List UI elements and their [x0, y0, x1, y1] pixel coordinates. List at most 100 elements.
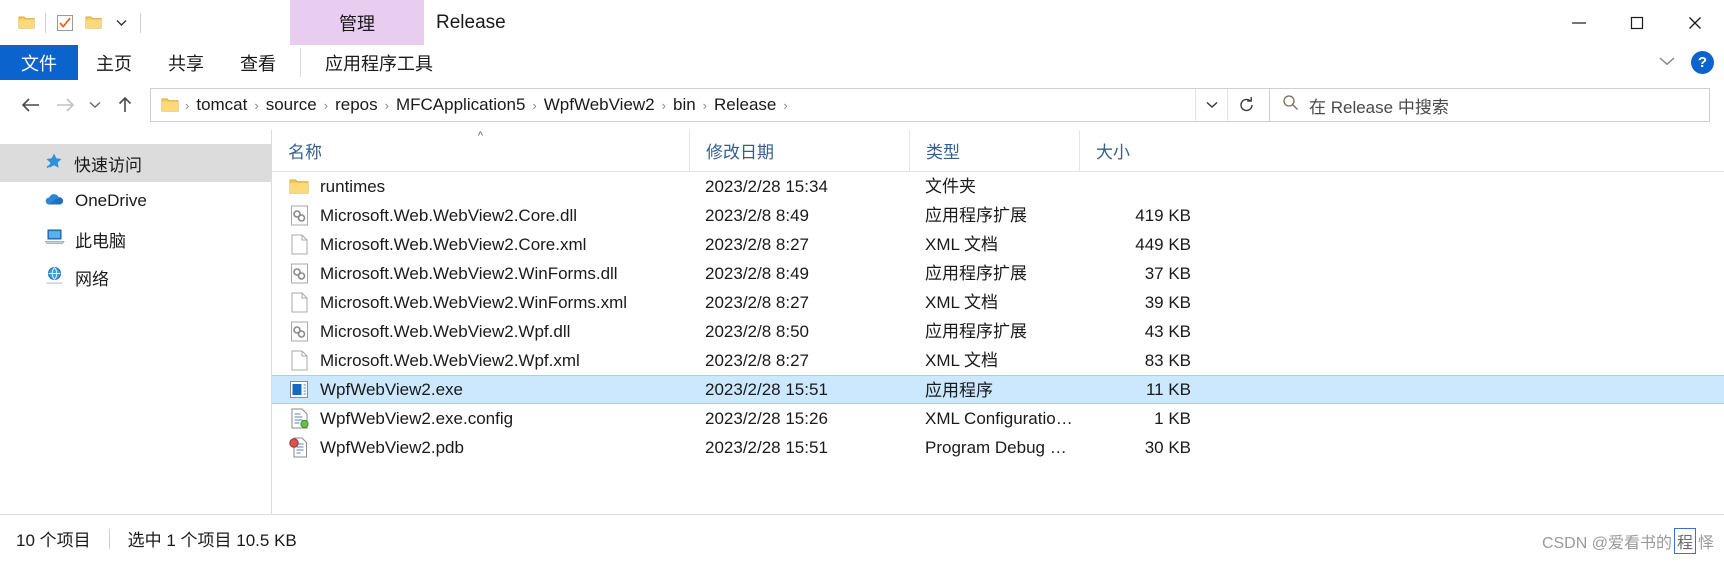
- up-button[interactable]: [108, 88, 142, 122]
- new-folder-icon[interactable]: [79, 8, 107, 38]
- breadcrumb[interactable]: › tomcat › source › repos › MFCApplicati…: [150, 88, 1270, 122]
- file-name-label: WpfWebView2.exe.config: [320, 408, 514, 428]
- recent-locations-chevron-down-icon[interactable]: [82, 88, 108, 122]
- column-header-type[interactable]: 类型: [909, 129, 1079, 172]
- checkbox-icon[interactable]: [51, 8, 79, 38]
- forward-button[interactable]: [48, 88, 82, 122]
- watermark-boxed: 程: [1673, 528, 1696, 554]
- table-row[interactable]: Microsoft.Web.WebView2.WinForms.xml 2023/…: [272, 288, 1724, 317]
- column-header-date[interactable]: 修改日期: [689, 129, 909, 172]
- cell-date-modified: 2023/2/8 8:49: [705, 263, 809, 283]
- cell-name: Microsoft.Web.WebView2.Wpf.xml: [272, 346, 689, 375]
- table-row[interactable]: WpfWebView2.exe 2023/2/28 15:51 应用程序 11 KB: [272, 375, 1724, 404]
- tab-file[interactable]: 文件: [0, 45, 78, 80]
- table-row[interactable]: Microsoft.Web.WebView2.Core.dll 2023/2/8 …: [272, 201, 1724, 230]
- refresh-icon[interactable]: [1227, 89, 1265, 121]
- cell-date-modified: 2023/2/28 15:51: [705, 379, 828, 399]
- dll-icon: [288, 263, 310, 285]
- column-header-row: ^ 名称 修改日期 类型 大小: [272, 129, 1724, 172]
- cell-date-modified: 2023/2/8 8:27: [705, 234, 809, 254]
- cell-name: WpfWebView2.exe: [272, 376, 689, 403]
- minimize-button[interactable]: [1550, 0, 1608, 45]
- maximize-button[interactable]: [1608, 0, 1666, 45]
- breadcrumb-item-tomcat[interactable]: tomcat: [191, 95, 252, 115]
- cell-name: Microsoft.Web.WebView2.WinForms.dll: [272, 259, 689, 288]
- computer-icon: [44, 228, 65, 250]
- breadcrumb-separator-7: ›: [783, 97, 788, 113]
- cell-size: 449 KB: [1135, 234, 1191, 254]
- ribbon-right-controls: ?: [1657, 45, 1714, 80]
- cell-date-modified: 2023/2/28 15:34: [705, 176, 828, 196]
- cell-name: Microsoft.Web.WebView2.Wpf.dll: [272, 317, 689, 346]
- file-name-label: WpfWebView2.pdb: [320, 437, 464, 457]
- breadcrumb-item-source[interactable]: source: [261, 95, 322, 115]
- column-header-label: 大小: [1096, 143, 1130, 162]
- column-header-name[interactable]: ^ 名称: [272, 130, 689, 172]
- status-selection: 选中 1 个项目 10.5 KB: [127, 531, 297, 550]
- breadcrumb-item-wpfwebview2[interactable]: WpfWebView2: [539, 95, 660, 115]
- breadcrumb-separator-3: ›: [384, 97, 389, 113]
- cell-name: Microsoft.Web.WebView2.Core.dll: [272, 201, 689, 230]
- sidebar-item-this-pc[interactable]: 此电脑: [0, 220, 272, 258]
- watermark: CSDN @爱看书的 程 怿: [1542, 528, 1714, 554]
- folder-icon[interactable]: [12, 8, 40, 38]
- breadcrumb-item-repos[interactable]: repos: [330, 95, 383, 115]
- close-button[interactable]: [1666, 0, 1724, 45]
- cell-type: 应用程序扩展: [925, 264, 1027, 283]
- cell-name: Microsoft.Web.WebView2.WinForms.xml: [272, 288, 689, 317]
- column-header-size[interactable]: 大小: [1079, 129, 1209, 172]
- chevron-down-icon[interactable]: [107, 8, 135, 38]
- breadcrumb-dropdown-chevron-down-icon[interactable]: [1195, 89, 1227, 121]
- file-name-label: WpfWebView2.exe: [320, 379, 463, 399]
- back-button[interactable]: [14, 88, 48, 122]
- cell-type: XML Configuration ...: [925, 409, 1079, 428]
- network-icon: [44, 266, 65, 289]
- collapse-ribbon-chevron-down-icon[interactable]: [1657, 54, 1677, 72]
- breadcrumb-separator-2: ›: [323, 97, 329, 113]
- breadcrumb-item-mfcapplication5[interactable]: MFCApplication5: [391, 95, 530, 115]
- application-icon: [288, 379, 310, 401]
- table-row[interactable]: WpfWebView2.pdb 2023/2/28 15:51 Program De…: [272, 433, 1724, 462]
- cell-date-modified: 2023/2/28 15:51: [705, 437, 828, 457]
- navigation-pane: 快速访问 OneDrive 此电脑 网络: [0, 130, 272, 514]
- sidebar-item-onedrive[interactable]: OneDrive: [0, 182, 272, 220]
- cell-size: 83 KB: [1144, 350, 1191, 370]
- cell-type: Program Debug Da...: [925, 438, 1079, 457]
- ribbon-tab-bar: 文件 主页 共享 查看 应用程序工具 ?: [0, 45, 1724, 80]
- breadcrumb-item-release[interactable]: Release: [709, 95, 781, 115]
- table-row[interactable]: Microsoft.Web.WebView2.Wpf.dll 2023/2/8 8…: [272, 317, 1724, 346]
- search-input[interactable]: 在 Release 中搜索: [1309, 93, 1449, 118]
- tab-home[interactable]: 主页: [78, 45, 150, 80]
- sidebar-item-network[interactable]: 网络: [0, 258, 272, 296]
- tab-view[interactable]: 查看: [222, 45, 294, 80]
- sidebar-item-quick-access[interactable]: 快速访问: [0, 144, 272, 182]
- window-title: Release: [436, 11, 506, 33]
- column-header-label: 类型: [926, 143, 960, 162]
- main-content: 快速访问 OneDrive 此电脑 网络 ^ 名称 修改日期 类型 大小 run…: [0, 129, 1724, 514]
- cell-type: 应用程序: [925, 381, 993, 400]
- table-row[interactable]: runtimes 2023/2/28 15:34 文件夹: [272, 172, 1724, 201]
- pin-star-icon: [44, 152, 64, 175]
- table-row[interactable]: WpfWebView2.exe.config 2023/2/28 15:26 XML…: [272, 404, 1724, 433]
- dll-icon: [288, 205, 310, 227]
- xml-document-icon: [288, 350, 310, 372]
- breadcrumb-separator-6: ›: [702, 97, 708, 113]
- column-header-label: 修改日期: [706, 143, 774, 162]
- watermark-prefix: CSDN @爱看书的: [1541, 535, 1672, 552]
- table-row[interactable]: Microsoft.Web.WebView2.Wpf.xml 2023/2/8 8…: [272, 346, 1724, 375]
- help-button[interactable]: ?: [1691, 51, 1714, 74]
- tab-share[interactable]: 共享: [150, 45, 222, 80]
- cell-type: XML 文档: [925, 235, 999, 254]
- contextual-tab-label: 管理: [339, 13, 375, 34]
- title-bar: 管理 Release: [0, 0, 1724, 45]
- cell-type: 应用程序扩展: [925, 322, 1027, 341]
- table-row[interactable]: Microsoft.Web.WebView2.Core.xml 2023/2/8 …: [272, 230, 1724, 259]
- search-box[interactable]: 在 Release 中搜索: [1270, 88, 1710, 122]
- breadcrumb-item-bin[interactable]: bin: [668, 95, 701, 115]
- status-bar: 10 个项目 选中 1 个项目 10.5 KB CSDN @爱看书的 程 怿: [0, 514, 1724, 562]
- cell-type: XML 文档: [925, 351, 999, 370]
- tab-application-tools[interactable]: 应用程序工具: [307, 45, 451, 80]
- contextual-tab-header: 管理: [290, 0, 424, 45]
- sidebar-item-label: 网络: [75, 269, 109, 289]
- table-row[interactable]: Microsoft.Web.WebView2.WinForms.dll 2023/…: [272, 259, 1724, 288]
